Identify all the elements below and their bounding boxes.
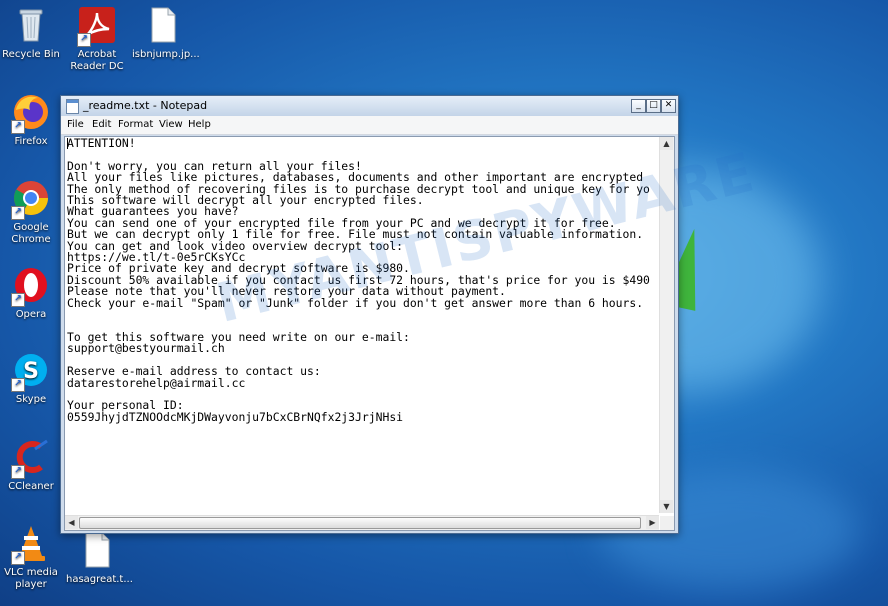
shortcut-arrow-icon: ↗	[11, 465, 25, 479]
desktop-icon-label: Acrobat Reader DC	[70, 49, 124, 72]
file-icon	[77, 530, 117, 570]
vlc-icon: ↗	[11, 523, 51, 565]
chrome-icon: ↗	[11, 178, 51, 220]
size-grip	[660, 516, 674, 530]
desktop-icon-ccleaner[interactable]: ↗ CCleaner	[0, 437, 62, 493]
desktop-icon-acrobat[interactable]: ↗ Acrobat Reader DC	[66, 5, 128, 73]
title-bar[interactable]: _readme.txt - Notepad _ □ ✕	[61, 96, 678, 116]
desktop-icon-hasagreat[interactable]: hasagreat.t...	[66, 530, 133, 586]
notepad-icon	[66, 99, 79, 114]
desktop-icon-chrome[interactable]: ↗ Google Chrome	[0, 178, 62, 246]
text-editor[interactable]: ATTENTION! Don't worry, you can return a…	[64, 136, 675, 531]
desktop-icon-label: isbnjump.jp...	[132, 49, 200, 60]
ccleaner-icon: ↗	[11, 437, 51, 479]
horizontal-scrollbar[interactable]: ◀ ▶	[65, 515, 659, 530]
shortcut-arrow-icon: ↗	[11, 293, 25, 307]
desktop-icon-label: hasagreat.t...	[66, 574, 133, 585]
text-caret	[67, 138, 68, 149]
svg-text:S: S	[23, 359, 39, 384]
vertical-scrollbar[interactable]: ▲ ▼	[659, 137, 674, 513]
menu-edit[interactable]: Edit	[92, 119, 111, 130]
scroll-left-icon[interactable]: ◀	[65, 516, 78, 529]
desktop-icon-isbnjump[interactable]: isbnjump.jp...	[132, 5, 200, 61]
desktop-icon-opera[interactable]: ↗ Opera	[0, 265, 62, 321]
close-button[interactable]: ✕	[661, 99, 676, 113]
desktop-icon-label: Skype	[15, 394, 47, 405]
menu-bar: File Edit Format View Help	[61, 116, 678, 135]
desktop-icon-skype[interactable]: S ↗ Skype	[0, 350, 62, 406]
shortcut-arrow-icon: ↗	[11, 378, 25, 392]
horizontal-scroll-thumb[interactable]	[79, 517, 641, 529]
opera-icon: ↗	[11, 265, 51, 307]
maximize-button[interactable]: □	[646, 99, 661, 113]
notepad-window[interactable]: _readme.txt - Notepad _ □ ✕ File Edit Fo…	[60, 95, 679, 534]
desktop-icon-vlc[interactable]: ↗ VLC media player	[0, 523, 62, 591]
desktop-icon-firefox[interactable]: ↗ Firefox	[0, 92, 62, 148]
desktop-icon-label: Opera	[15, 309, 47, 320]
file-icon	[143, 5, 183, 45]
desktop-icon-label: Recycle Bin	[2, 49, 60, 60]
desktop-icon-label: Google Chrome	[11, 222, 51, 245]
menu-file[interactable]: File	[67, 119, 84, 130]
shortcut-arrow-icon: ↗	[11, 120, 25, 134]
note-text[interactable]: ATTENTION! Don't worry, you can return a…	[67, 138, 661, 511]
scroll-right-icon[interactable]: ▶	[646, 516, 659, 529]
desktop-icon-label: Firefox	[14, 136, 48, 147]
scroll-down-icon[interactable]: ▼	[660, 500, 673, 513]
menu-format[interactable]: Format	[118, 119, 153, 130]
menu-view[interactable]: View	[159, 119, 183, 130]
scroll-up-icon[interactable]: ▲	[660, 137, 673, 150]
firefox-icon: ↗	[11, 92, 51, 134]
shortcut-arrow-icon: ↗	[11, 206, 25, 220]
desktop-icon-label: CCleaner	[8, 481, 54, 492]
desktop-icon-label: VLC media player	[4, 567, 58, 590]
skype-icon: S ↗	[11, 350, 51, 392]
menu-help[interactable]: Help	[188, 119, 211, 130]
shortcut-arrow-icon: ↗	[11, 551, 25, 565]
window-title: _readme.txt - Notepad	[83, 99, 208, 112]
desktop-icon-recycle-bin[interactable]: Recycle Bin	[0, 5, 62, 61]
minimize-button[interactable]: _	[631, 99, 646, 113]
recycle-bin-icon	[11, 5, 51, 45]
acrobat-icon: ↗	[77, 5, 117, 47]
shortcut-arrow-icon: ↗	[77, 33, 91, 47]
